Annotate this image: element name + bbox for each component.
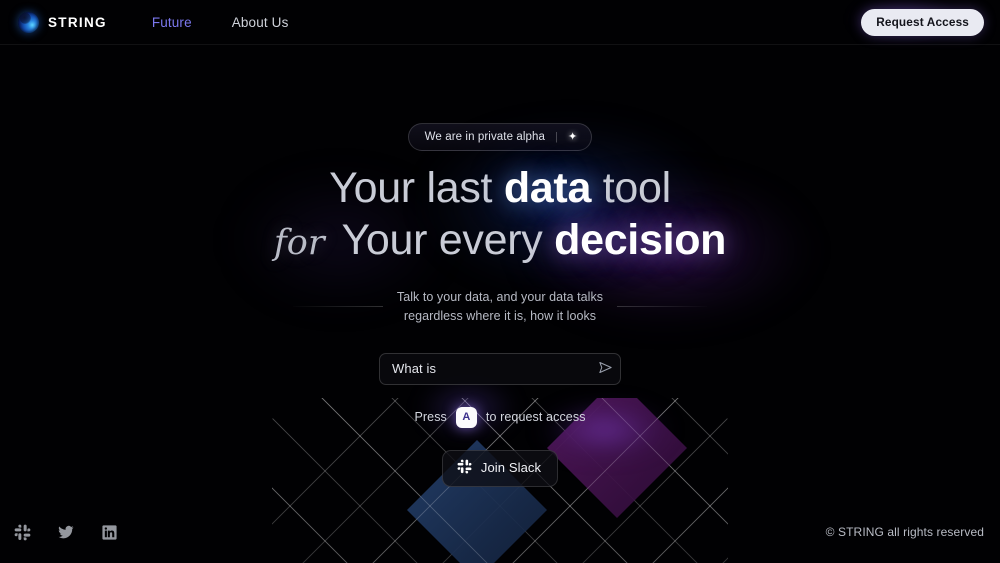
divider-left bbox=[292, 306, 383, 308]
social-links bbox=[14, 523, 118, 541]
brand-logo[interactable]: STRING bbox=[18, 11, 107, 33]
headline-word-decision: decision bbox=[554, 216, 727, 264]
headline-line-2: for Your every decision bbox=[0, 219, 1000, 262]
request-access-button[interactable]: Request Access bbox=[861, 8, 984, 36]
badge-separator: | bbox=[555, 130, 558, 143]
badge-text: We are in private alpha bbox=[424, 130, 546, 143]
send-arrow-icon bbox=[598, 360, 613, 378]
nav-link-about-us[interactable]: About Us bbox=[232, 15, 289, 30]
slack-container: Join Slack bbox=[0, 449, 1000, 487]
top-navigation-bar: STRING Future About Us Request Access bbox=[0, 0, 1000, 45]
headline-line1-pre: Your last bbox=[329, 164, 504, 212]
page-footer: © STRING all rights reserved bbox=[0, 501, 1000, 563]
twitter-icon[interactable] bbox=[57, 523, 75, 541]
send-button[interactable] bbox=[590, 354, 620, 384]
keycap-a[interactable]: A bbox=[455, 406, 477, 428]
press-suffix: to request access bbox=[485, 410, 586, 424]
search-container bbox=[0, 352, 1000, 385]
subtitle-line-2: regardless where it is, how it looks bbox=[403, 308, 597, 323]
headline-line-1: Your last data tool bbox=[0, 167, 1000, 210]
slack-icon[interactable] bbox=[14, 524, 31, 541]
slack-icon bbox=[457, 459, 472, 477]
headline-word-data: data bbox=[503, 164, 592, 212]
search-box[interactable] bbox=[379, 352, 621, 385]
divider-right bbox=[617, 306, 708, 308]
headline-script-for: for bbox=[273, 223, 325, 263]
hero-section: We are in private alpha | ✦ Your last da… bbox=[0, 45, 1000, 487]
headline-line1-post: tool bbox=[591, 164, 671, 212]
private-alpha-badge[interactable]: We are in private alpha | ✦ bbox=[407, 123, 593, 151]
headline-line2-pre: Your every bbox=[330, 216, 555, 264]
press-prefix: Press bbox=[414, 410, 447, 424]
copyright-text: © STRING all rights reserved bbox=[825, 525, 984, 539]
nav-link-future[interactable]: Future bbox=[152, 15, 192, 30]
press-key-hint: Press A to request access bbox=[0, 406, 1000, 428]
nav-links: Future About Us bbox=[152, 15, 289, 30]
join-slack-label: Join Slack bbox=[480, 460, 542, 475]
search-input[interactable] bbox=[380, 361, 590, 376]
join-slack-button[interactable]: Join Slack bbox=[441, 449, 559, 487]
linkedin-icon[interactable] bbox=[101, 524, 118, 541]
sparkle-icon: ✦ bbox=[568, 131, 578, 143]
page-title: Your last data tool for Your every decis… bbox=[0, 167, 1000, 262]
subtitle-line-1: Talk to your data, and your data talks bbox=[396, 290, 604, 304]
request-access-container: Request Access bbox=[849, 0, 984, 39]
landing-page: STRING Future About Us Request Access We… bbox=[0, 0, 1000, 563]
subtitle-row: Talk to your data, and your data talks r… bbox=[0, 288, 1000, 326]
orb-logo-icon bbox=[18, 11, 39, 33]
subtitle: Talk to your data, and your data talks r… bbox=[383, 288, 617, 326]
brand-name: STRING bbox=[48, 14, 107, 30]
